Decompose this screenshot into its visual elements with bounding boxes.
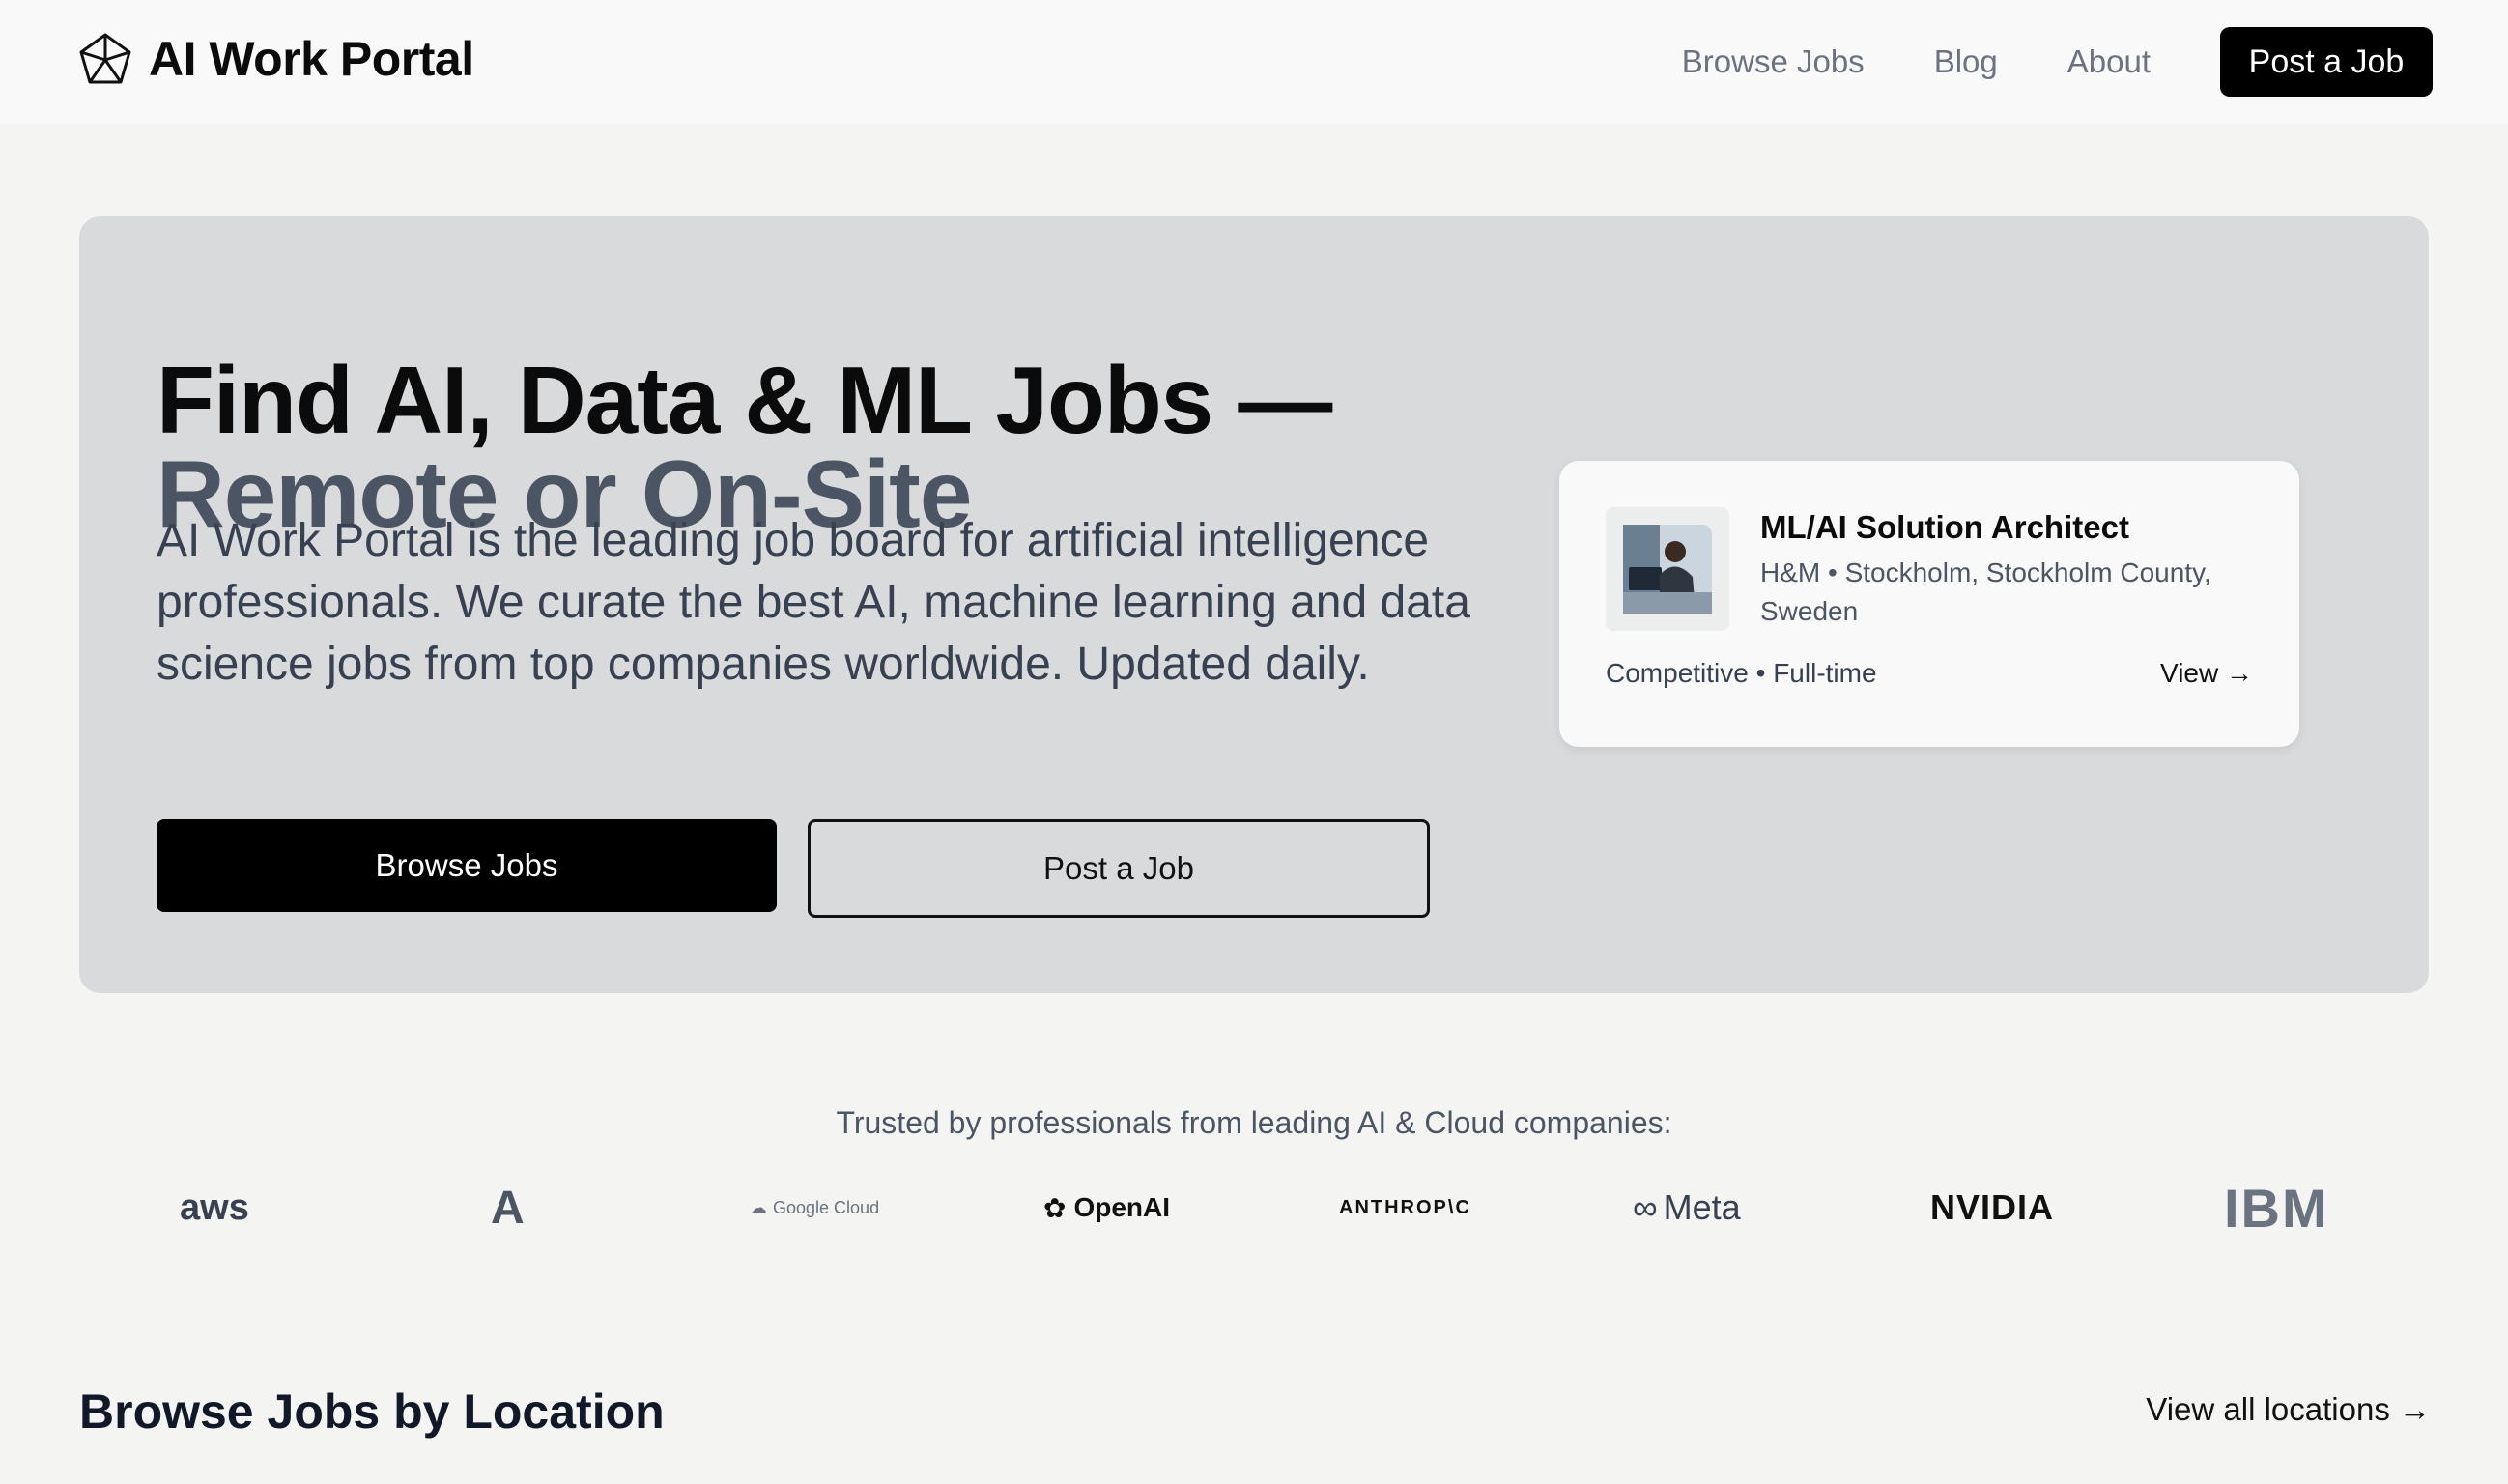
- openai-knot-icon: ✿: [1043, 1192, 1067, 1223]
- openai-logo: ✿ OpenAI: [1043, 1179, 1170, 1237]
- brand-logo[interactable]: AI Work Portal: [77, 31, 474, 87]
- meta-logo: ∞ Meta: [1633, 1179, 1741, 1237]
- main-nav: Browse Jobs Blog About Post a Job: [1682, 27, 2433, 97]
- brand-name: AI Work Portal: [149, 32, 474, 86]
- nvidia-logo-text: NVIDIA: [1930, 1187, 2055, 1227]
- browse-jobs-button[interactable]: Browse Jobs: [157, 819, 777, 912]
- a-logo-text: A: [491, 1182, 525, 1234]
- ibm-logo: IBM: [2224, 1177, 2329, 1239]
- job-company-image: [1606, 507, 1729, 631]
- view-all-locations-link[interactable]: View all locations →: [2146, 1391, 2431, 1428]
- a-logo: A: [491, 1179, 525, 1237]
- featured-job-card[interactable]: ML/AI Solution Architect H&M • Stockholm…: [1559, 461, 2299, 747]
- pentagon-logo-icon: [79, 33, 131, 84]
- anthropic-logo-text: ANTHROP\C: [1339, 1196, 1471, 1218]
- nvidia-logo: NVIDIA: [1930, 1179, 2054, 1237]
- post-job-nav-button[interactable]: Post a Job: [2220, 27, 2433, 97]
- meta-infinity-icon: ∞: [1633, 1187, 1658, 1227]
- nav-about[interactable]: About: [2067, 43, 2151, 80]
- company-logos: aws A ☁ Google Cloud ✿ OpenAI ANTHROP\C …: [0, 1177, 2508, 1239]
- browse-by-location-heading: Browse Jobs by Location: [79, 1384, 665, 1439]
- cloud-icon: ☁: [750, 1197, 767, 1217]
- ibm-logo-text: IBM: [2224, 1177, 2329, 1239]
- trusted-by-text: Trusted by professionals from leading AI…: [836, 1105, 1672, 1140]
- job-company-location: H&M • Stockholm, Stockholm County, Swede…: [1760, 557, 2211, 626]
- nav-blog[interactable]: Blog: [1934, 43, 1998, 80]
- anthropic-logo: ANTHROP\C: [1339, 1179, 1471, 1237]
- hero-title-line-1: Find AI, Data & ML Jobs —: [157, 346, 1332, 453]
- meta-logo-text: Meta: [1663, 1187, 1741, 1227]
- aws-logo-text: aws: [180, 1186, 249, 1228]
- top-navigation: AI Work Portal Browse Jobs Blog About Po…: [0, 0, 2508, 124]
- job-title[interactable]: ML/AI Solution Architect: [1760, 509, 2129, 546]
- openai-logo-text: OpenAI: [1073, 1192, 1171, 1222]
- job-compensation-type: Competitive • Full-time: [1606, 658, 1877, 688]
- hero-description: AI Work Portal is the leading job board …: [157, 515, 1470, 690]
- post-job-button[interactable]: Post a Job: [808, 819, 1430, 918]
- nav-browse-jobs[interactable]: Browse Jobs: [1682, 43, 1865, 80]
- google-cloud-logo: ☁ Google Cloud: [750, 1179, 879, 1237]
- view-job-link[interactable]: View →: [2160, 658, 2253, 689]
- hero-section: Find AI, Data & ML Jobs — Remote or On-S…: [79, 216, 2429, 993]
- aws-logo: aws: [180, 1179, 249, 1237]
- google-cloud-logo-text: Google Cloud: [773, 1197, 880, 1217]
